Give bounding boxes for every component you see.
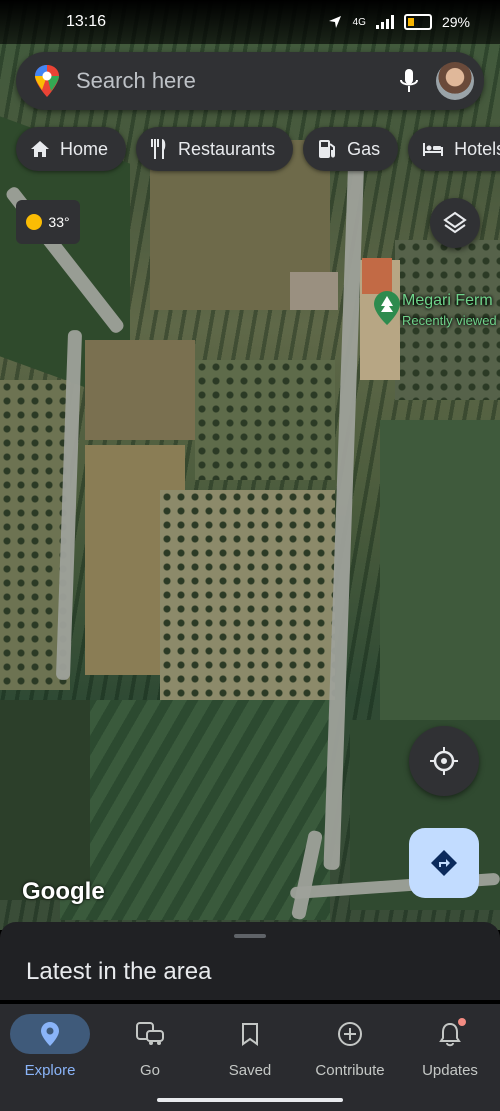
network-label: 4G — [352, 16, 366, 28]
nav-go[interactable]: Go — [100, 1014, 200, 1079]
category-chips: Home Restaurants Gas Hotels — [16, 127, 500, 171]
notification-badge — [458, 1018, 466, 1026]
commute-icon — [136, 1022, 164, 1045]
nav-label: Go — [139, 1062, 160, 1079]
bookmark-icon — [242, 1023, 258, 1046]
place-name[interactable]: Megari Ferm — [402, 292, 493, 310]
chip-label: Hotels — [454, 138, 500, 159]
home-indicator[interactable] — [157, 1098, 343, 1102]
google-logo: Google — [22, 878, 105, 905]
bell-icon — [439, 1022, 461, 1047]
my-location-button[interactable] — [409, 726, 479, 796]
roof — [362, 258, 392, 294]
layers-button[interactable] — [430, 198, 480, 248]
search-bar[interactable]: Search here — [16, 52, 484, 110]
layers-icon — [443, 211, 467, 234]
nav-updates[interactable]: Updates — [400, 1014, 500, 1079]
avatar[interactable] — [436, 62, 474, 100]
directions-icon — [431, 850, 457, 876]
chip-label: Restaurants — [178, 138, 276, 159]
place-marker[interactable] — [373, 290, 401, 331]
weather-badge[interactable]: 33° — [16, 200, 80, 244]
nav-contribute[interactable]: Contribute — [300, 1014, 400, 1079]
map-field — [0, 700, 90, 900]
nav-label: Updates — [422, 1062, 478, 1079]
nav-label: Explore — [24, 1062, 76, 1079]
restaurant-icon — [151, 139, 166, 159]
directions-button[interactable] — [409, 828, 479, 898]
my-location-icon — [430, 747, 458, 775]
battery-icon — [403, 14, 432, 30]
park-pin-icon — [374, 291, 400, 325]
add-circle-icon — [338, 1022, 362, 1046]
drag-handle[interactable] — [234, 934, 266, 938]
maps-pin-logo-icon — [35, 65, 59, 97]
map-orchard — [195, 360, 335, 480]
sheet-title: Latest in the area — [26, 958, 212, 985]
bottom-navigation: Explore Go Saved Contribute Updates — [0, 1004, 500, 1111]
bottom-sheet[interactable]: Latest in the area — [0, 922, 500, 1000]
battery-percent: 29% — [441, 14, 470, 30]
chip-gas[interactable]: Gas — [303, 127, 399, 171]
chip-hotels[interactable]: Hotels — [408, 127, 500, 171]
chip-label: Home — [60, 138, 109, 159]
nav-label: Saved — [228, 1062, 272, 1079]
status-bar: 13:16 4G 29% — [0, 0, 500, 44]
nav-saved[interactable]: Saved — [200, 1014, 300, 1079]
map-field — [380, 420, 500, 720]
hotel-icon — [423, 143, 444, 156]
nav-label: Contribute — [315, 1062, 385, 1079]
building — [290, 272, 338, 310]
chip-home[interactable]: Home — [16, 127, 127, 171]
search-input[interactable]: Search here — [76, 68, 398, 94]
temperature: 33° — [48, 214, 70, 230]
nav-explore[interactable]: Explore — [0, 1014, 100, 1079]
sun-icon — [26, 214, 43, 230]
home-icon — [31, 141, 49, 157]
chip-restaurants[interactable]: Restaurants — [136, 127, 294, 171]
status-time: 13:16 — [66, 13, 107, 30]
place-subtitle: Recently viewed — [402, 313, 497, 328]
map-orchard — [160, 490, 335, 700]
location-pin-icon — [41, 1022, 59, 1046]
gas-station-icon — [319, 140, 336, 158]
navigation-arrow-icon — [328, 16, 341, 28]
microphone-icon[interactable] — [398, 68, 420, 94]
map-field — [85, 340, 195, 440]
signal-icon — [375, 15, 394, 29]
chip-label: Gas — [347, 138, 381, 159]
